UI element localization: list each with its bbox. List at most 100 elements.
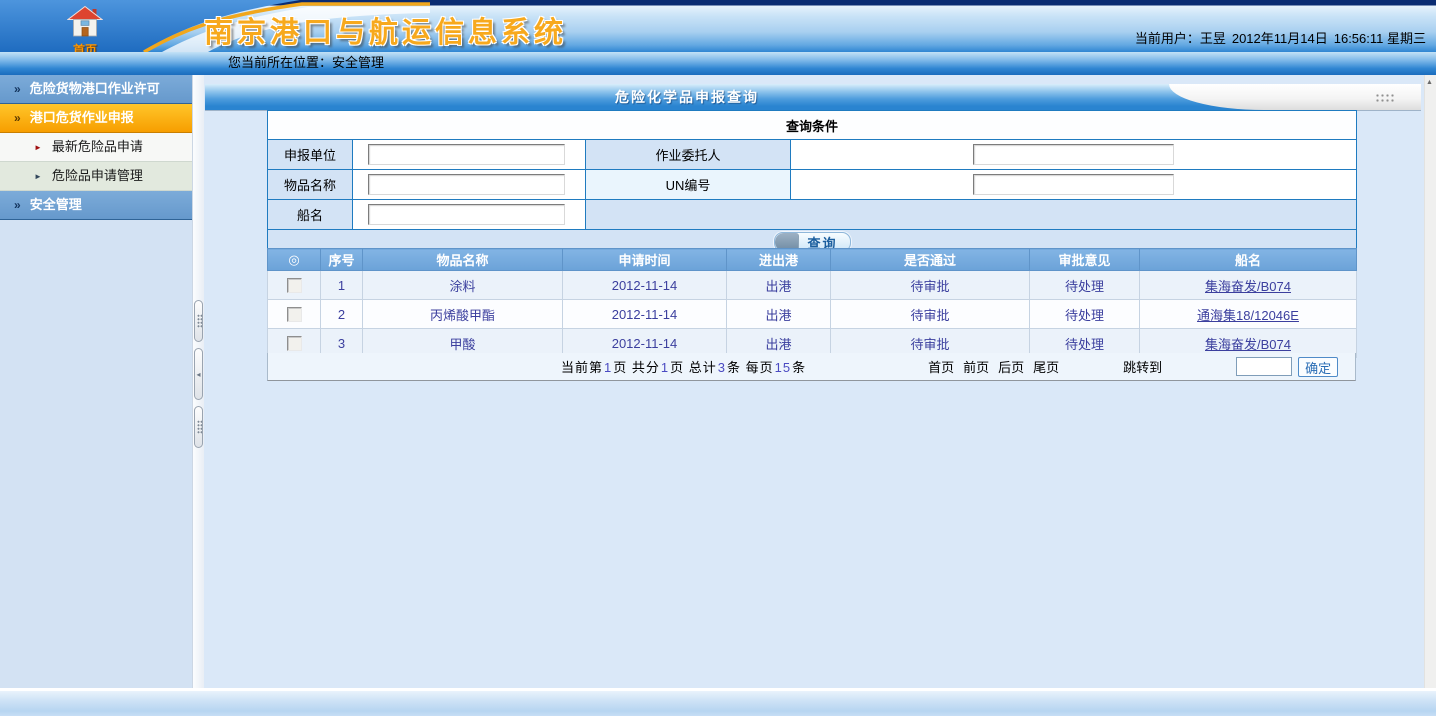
main-content: 危险化学品申报查询 查询条件 申报单位 作业委托人 物品名称 UN编号 船名 [204, 75, 1424, 688]
cell-ship-name: 通海集18/12046E [1140, 300, 1357, 329]
menu-expand-icon: » [14, 75, 21, 103]
consignor-input[interactable] [973, 144, 1174, 165]
first-page-link[interactable]: 首页 [928, 357, 954, 376]
field-cell [791, 170, 1357, 200]
table-row: 1涂料2012-11-14出港待审批待处理集海奋发/B074 [268, 271, 1357, 300]
empty-cell [586, 200, 1357, 230]
application-window: 首页 南京港口与航运信息系统 当前用户：王昱2012年11月14日16:56:1… [0, 0, 1436, 716]
sidebar-menu: »危险货物港口作业许可 »港口危货作业申报 ►最新危险品申请 ►危险品申请管理 … [0, 75, 192, 688]
last-page-link[interactable]: 尾页 [1033, 357, 1059, 376]
app-header: 首页 南京港口与航运信息系统 当前用户：王昱2012年11月14日16:56:1… [0, 0, 1436, 52]
column-header: 是否通过 [831, 249, 1030, 271]
splitter-grip-bottom[interactable] [194, 406, 203, 448]
row-checkbox[interactable] [287, 307, 302, 322]
jump-confirm-button[interactable]: 确定 [1298, 357, 1338, 377]
row-checkbox[interactable] [287, 278, 302, 293]
sidebar-item-port-dangerous-operation-declare[interactable]: » 港口危货作业申报 [0, 104, 192, 133]
cell-apply-date: 2012-11-14 [563, 271, 727, 300]
pagination-text: 页 总计 [670, 360, 717, 375]
checkbox-cell [268, 271, 321, 300]
prev-page-link[interactable]: 前页 [963, 357, 989, 376]
field-cell [353, 200, 586, 230]
panel-titlebar: 危险化学品申报查询 [205, 84, 1421, 111]
menu-item-icon: ► [34, 134, 42, 162]
column-header: 物品名称 [363, 249, 563, 271]
grip-dots-icon [197, 314, 202, 328]
cell-approval-opinion: 待处理 [1030, 271, 1140, 300]
sidebar-item-dangerous-goods-port-permit[interactable]: » 危险货物港口作业许可 [0, 75, 192, 104]
user-info: 当前用户：王昱2012年11月14日16:56:11 星期三 [1129, 28, 1426, 47]
pagination-nav: 首页前页后页尾页 [928, 357, 1059, 376]
cell-port-direction: 出港 [727, 300, 831, 329]
footer-bar [0, 691, 1436, 716]
label-declare-unit: 申报单位 [268, 140, 353, 170]
home-button[interactable]: 首页 [52, 6, 118, 58]
cell-apply-date: 2012-11-14 [563, 300, 727, 329]
item-name-input[interactable] [368, 174, 565, 195]
pagination-bar: 当前第1页 共分1页 总计3条 每页15条 首页前页后页尾页 跳转到 确定 [267, 353, 1356, 381]
label-ship-name: 船名 [268, 200, 353, 230]
cell-seq: 2 [321, 300, 363, 329]
sidebar-item-newest-dangerous-apply[interactable]: ► 最新危险品申请 [0, 133, 192, 162]
query-conditions-title: 查询条件 [268, 111, 1357, 140]
declare-unit-input[interactable] [368, 144, 565, 165]
ship-link[interactable]: 集海奋发/B074 [1205, 279, 1291, 294]
pagination-text: 条 每页 [727, 360, 774, 375]
label-consignor: 作业委托人 [586, 140, 791, 170]
ship-link[interactable]: 集海奋发/B074 [1205, 337, 1291, 352]
checkbox-cell [268, 300, 321, 329]
next-page-link[interactable]: 后页 [998, 357, 1024, 376]
page-title: 危险化学品申报查询 [205, 84, 1169, 110]
table-row: 2丙烯酸甲酯2012-11-14出港待审批待处理通海集18/12046E [268, 300, 1357, 329]
cell-approval-opinion: 待处理 [1030, 300, 1140, 329]
sidebar-item-dangerous-apply-manage[interactable]: ►危险品申请管理 [0, 162, 192, 191]
collapse-arrow-icon: ◂ [196, 370, 200, 379]
current-date: 2012年11月14日 [1232, 31, 1328, 46]
current-time: 16:56:11 星期三 [1334, 31, 1426, 46]
page-footer [0, 688, 1436, 716]
cell-approval-status: 待审批 [831, 300, 1030, 329]
results-table: ◎序号物品名称申请时间进出港是否通过审批意见船名 1涂料2012-11-14出港… [267, 248, 1357, 358]
cell-approval-status: 待审批 [831, 271, 1030, 300]
splitter-collapse-button[interactable]: ◂ [194, 348, 203, 400]
column-header: 审批意见 [1030, 249, 1140, 271]
sidebar-item-label: 最新危险品申请 [52, 139, 143, 154]
field-cell [791, 140, 1357, 170]
vertical-scrollbar[interactable]: ▲ [1424, 75, 1436, 688]
jump-page-input[interactable] [1236, 357, 1292, 376]
grip-dots-icon [197, 420, 202, 434]
pagination-text: 条 [792, 360, 806, 375]
system-title: 南京港口与航运信息系统 [204, 9, 567, 51]
label-un-code: UN编号 [586, 170, 791, 200]
current-user-prefix: 当前用户： [1135, 31, 1200, 46]
pagination-number: 3 [717, 360, 727, 375]
un-code-input[interactable] [973, 174, 1174, 195]
sidebar-item-label: 危险货物港口作业许可 [30, 81, 160, 96]
splitter-grip-top[interactable] [194, 300, 203, 342]
column-header: 进出港 [727, 249, 831, 271]
column-header: 申请时间 [563, 249, 727, 271]
pagination-number: 1 [603, 360, 613, 375]
field-cell [353, 140, 586, 170]
pagination-summary: 当前第1页 共分1页 总计3条 每页15条 [561, 357, 806, 376]
field-cell [353, 170, 586, 200]
pagination-text: 页 共分 [613, 360, 660, 375]
cell-ship-name: 集海奋发/B074 [1140, 271, 1357, 300]
ship-link[interactable]: 通海集18/12046E [1197, 308, 1299, 323]
jump-to-label: 跳转到 [1123, 357, 1162, 376]
pagination-text: 当前第 [561, 360, 603, 375]
scroll-up-icon[interactable]: ▲ [1426, 79, 1433, 86]
sidebar-splitter[interactable]: ◂ [192, 75, 204, 688]
row-checkbox[interactable] [287, 336, 302, 351]
label-item-name: 物品名称 [268, 170, 353, 200]
pagination-number: 15 [774, 360, 792, 375]
menu-expand-icon: » [14, 104, 21, 132]
panel-grip-dots-icon[interactable] [1375, 93, 1394, 103]
cell-item-name: 涂料 [363, 271, 563, 300]
sidebar-item-label: 港口危货作业申报 [30, 110, 134, 125]
home-icon [67, 6, 103, 37]
sidebar-item-safety-manage[interactable]: »安全管理 [0, 191, 192, 220]
breadcrumb: 您当前所在位置：安全管理 [0, 52, 1436, 75]
select-all-icon[interactable]: ◎ [268, 249, 321, 271]
ship-name-input[interactable] [368, 204, 565, 225]
